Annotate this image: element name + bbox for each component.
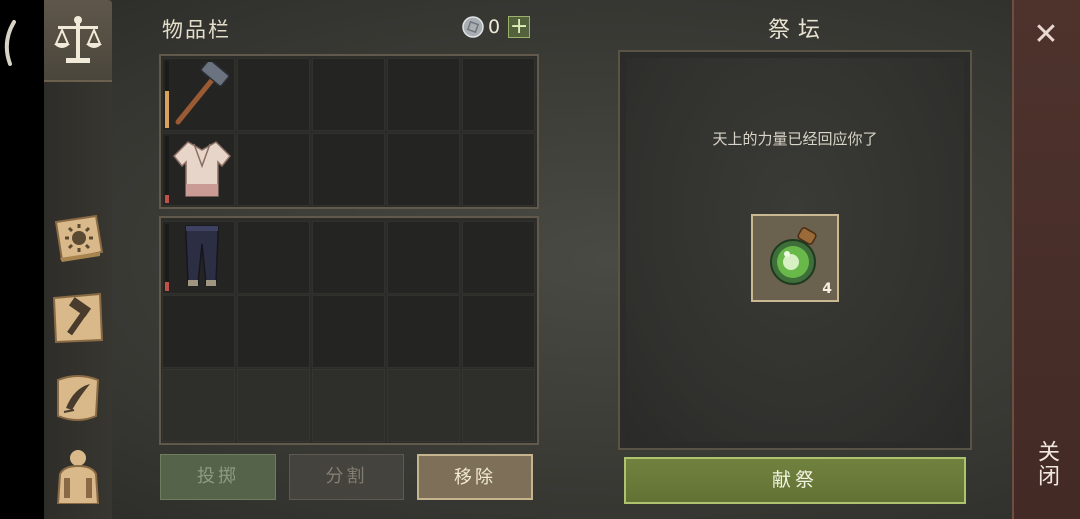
- durability-track: [165, 136, 169, 203]
- cloth-shirt-icon: [172, 141, 232, 197]
- close-label[interactable]: 关闭: [1032, 440, 1062, 488]
- sledgehammer-icon: [175, 62, 230, 125]
- silver-coin-icon: [462, 16, 484, 38]
- inventory-slot[interactable]: [237, 221, 310, 294]
- inventory-slot[interactable]: [387, 133, 460, 206]
- throw-button[interactable]: 投掷: [160, 454, 276, 500]
- crafting-hammer-icon[interactable]: [50, 290, 106, 346]
- add-currency-button[interactable]: +: [508, 16, 531, 38]
- green-potion-icon: [770, 227, 817, 285]
- cloth-pants-icon: [185, 225, 219, 286]
- inventory-slot[interactable]: [387, 369, 460, 442]
- currency-value: 0: [488, 16, 501, 38]
- inventory-slot[interactable]: [387, 221, 460, 294]
- character-silhouette-icon[interactable]: [50, 448, 106, 504]
- quest-scroll-icon[interactable]: [50, 370, 106, 426]
- inventory-slot[interactable]: [237, 369, 310, 442]
- inventory-slot[interactable]: [462, 58, 535, 131]
- balance-scale-icon: [54, 16, 102, 63]
- altar-title: 祭坛: [768, 18, 829, 43]
- journal-sun-icon[interactable]: [50, 210, 106, 266]
- inventory-slot[interactable]: [237, 133, 310, 206]
- remove-button[interactable]: 移除: [417, 454, 533, 500]
- inventory-slot[interactable]: [462, 221, 535, 294]
- close-icon[interactable]: ✕: [1030, 20, 1062, 52]
- durability-bar: [165, 195, 169, 203]
- inventory-slot[interactable]: [312, 369, 385, 442]
- altar-message: 天上的力量已经回应你了: [712, 130, 878, 148]
- inventory-slot[interactable]: [162, 295, 235, 368]
- inventory-slot[interactable]: [237, 58, 310, 131]
- inventory-slot[interactable]: [312, 58, 385, 131]
- inventory-slot[interactable]: [237, 295, 310, 368]
- sidebar-tab-trade[interactable]: [44, 0, 112, 82]
- altar-item-count: 4: [822, 281, 832, 297]
- inventory-slot[interactable]: [312, 295, 385, 368]
- inventory-slot[interactable]: [387, 58, 460, 131]
- back-arc-icon: [4, 20, 16, 66]
- inventory-title: 物品栏: [162, 18, 231, 42]
- split-button[interactable]: 分割: [289, 454, 404, 500]
- altar-item-slot[interactable]: 4: [751, 214, 839, 302]
- currency-display: 0 +: [462, 16, 531, 38]
- inventory-slot[interactable]: [462, 295, 535, 368]
- inventory-slot[interactable]: [312, 133, 385, 206]
- inventory-slot[interactable]: [312, 221, 385, 294]
- durability-bar: [165, 282, 169, 291]
- durability-track: [165, 224, 169, 291]
- inventory-slot[interactable]: [462, 133, 535, 206]
- inventory-slot[interactable]: [462, 369, 535, 442]
- offer-button[interactable]: 献祭: [624, 457, 966, 504]
- inventory-slot[interactable]: [162, 369, 235, 442]
- inventory-slot[interactable]: [387, 295, 460, 368]
